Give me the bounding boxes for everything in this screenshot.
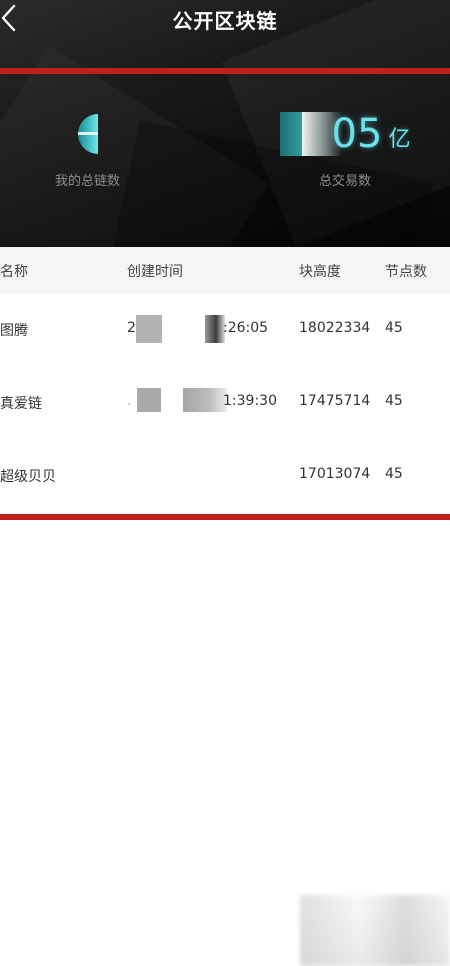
block-height: 17475714	[299, 393, 371, 409]
blurred-block	[205, 315, 225, 343]
chain-name: 真爱链	[0, 396, 42, 412]
nav-bar: 公开区块链	[0, 0, 450, 40]
blurred-block	[183, 388, 227, 412]
page-title: 公开区块链	[172, 9, 278, 33]
accent-divider	[0, 68, 450, 74]
header-name: 名称	[0, 264, 28, 280]
stats-header: 公开区块链 我的总链数 05 亿 总交易数	[0, 0, 450, 247]
stat-number: 05	[331, 111, 383, 157]
node-count: 45	[385, 320, 403, 336]
time-prefix: 2	[127, 320, 136, 336]
stat-total-transactions: 05 亿 总交易数	[250, 108, 440, 189]
stat-label: 总交易数	[318, 174, 371, 189]
stat-label: 我的总链数	[54, 174, 120, 189]
stat-value: 05 亿	[250, 108, 440, 160]
accent-divider	[0, 514, 450, 520]
stat-value	[40, 108, 135, 160]
block-height: 18022334	[299, 320, 371, 336]
stat-total-chains: 我的总链数	[40, 108, 135, 189]
created-time: 2 :26:05	[127, 309, 297, 349]
chain-name: 超级贝贝	[0, 469, 56, 485]
header-created-time: 创建时间	[127, 264, 183, 280]
stat-unit: 亿	[388, 127, 411, 152]
node-count: 45	[385, 466, 403, 482]
chain-name: 图腾	[0, 323, 28, 339]
time-suffix: :26:05	[223, 320, 269, 336]
table-row[interactable]: 图腾 2 :26:05 18022334 45	[0, 293, 450, 367]
table-row[interactable]: 真爱链 . 1:39:30 17475714 45	[0, 366, 450, 440]
header-nodes: 节点数	[385, 264, 427, 280]
table-header: 名称 创建时间 块高度 节点数	[0, 247, 450, 293]
header-block-height: 块高度	[299, 264, 341, 280]
obscured-block	[279, 112, 302, 156]
block-height: 17013074	[299, 466, 371, 482]
node-count: 45	[385, 393, 403, 409]
time-prefix: .	[127, 393, 132, 409]
watermark-blur	[300, 895, 450, 966]
obscured-value-icon	[77, 114, 98, 154]
blurred-block	[137, 388, 161, 412]
time-suffix: 1:39:30	[223, 393, 277, 409]
table-row[interactable]: 超级贝贝 17013074 45	[0, 439, 450, 512]
created-time: . 1:39:30	[127, 382, 297, 422]
blurred-block	[136, 315, 162, 343]
